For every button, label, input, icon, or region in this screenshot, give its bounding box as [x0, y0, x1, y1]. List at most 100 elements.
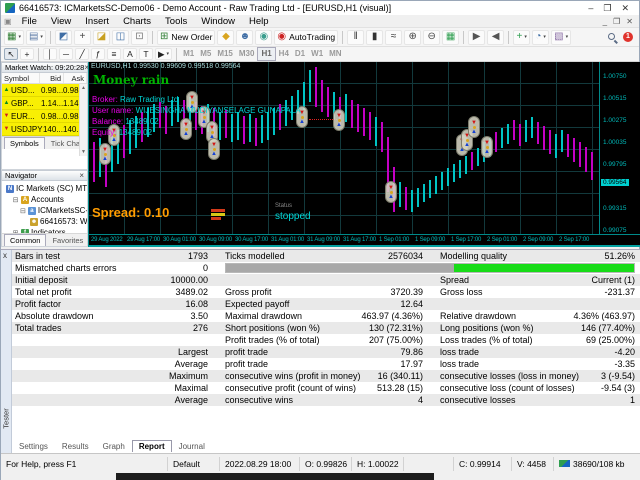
new-chart-button[interactable]: ▦▾ — [4, 30, 24, 45]
tester-close-icon[interactable]: x — [3, 251, 7, 260]
templates-button[interactable]: ▧▾ — [551, 30, 571, 45]
menu-charts[interactable]: Charts — [116, 15, 158, 28]
hline-tool[interactable]: ─ — [59, 48, 73, 60]
chart-scroll-strip[interactable] — [89, 245, 640, 247]
report-label-3: loss trade — [440, 358, 479, 370]
bar-chart-button[interactable]: ‖ — [347, 30, 364, 45]
timeframe-m30[interactable]: M30 — [236, 48, 258, 60]
menu-tools[interactable]: Tools — [158, 15, 194, 28]
search-icon[interactable] — [607, 32, 618, 43]
trade-marker[interactable]: ▼▲ — [385, 181, 397, 203]
tester-tab-report[interactable]: Report — [132, 440, 172, 452]
market-watch-button[interactable]: ◩ — [55, 30, 72, 45]
menu-file[interactable]: File — [15, 15, 44, 28]
navigator-item-server[interactable]: NIC Markets (SC) MT4 — [2, 183, 87, 194]
child-close-button[interactable]: ✕ — [626, 17, 633, 26]
trade-marker[interactable]: ▼▲ — [481, 136, 493, 158]
line-chart-button[interactable]: ≈ — [385, 30, 402, 45]
indicators-button[interactable]: +▾ — [513, 30, 530, 45]
navigator-item-account[interactable]: ⊟aICMarketsSC-Den — [2, 205, 87, 216]
timeframe-h4[interactable]: H4 — [276, 48, 292, 60]
tab-favorites[interactable]: Favorites — [46, 234, 89, 246]
market-watch-row[interactable]: ▲GBP...1.14...1.14... — [2, 97, 87, 110]
periods-button[interactable]: ◔▾ — [532, 30, 549, 45]
column-header-ask[interactable]: Ask — [64, 73, 87, 83]
chart-shift-button[interactable]: ◀ — [487, 30, 504, 45]
menu-view[interactable]: View — [44, 15, 78, 28]
notifications-badge[interactable]: 1 — [623, 32, 633, 42]
trade-marker[interactable]: ▼▲ — [468, 116, 480, 138]
community-button[interactable]: ◉ — [255, 30, 272, 45]
tester-tab-settings[interactable]: Settings — [12, 440, 55, 452]
timeframe-m15[interactable]: M15 — [214, 48, 236, 60]
menu-help[interactable]: Help — [242, 15, 276, 28]
column-header-symbol[interactable]: Symbol — [2, 73, 40, 83]
market-watch-scrollbar[interactable]: ▲▼ — [79, 84, 87, 156]
market-watch-row[interactable]: ▼USDJPY140...140... — [2, 123, 87, 136]
zoom-in-button[interactable]: ⊕ — [404, 30, 421, 45]
scroll-down-icon[interactable]: ▼ — [81, 149, 86, 155]
child-restore-button[interactable]: ❐ — [613, 17, 620, 26]
tester-tab-journal[interactable]: Journal — [172, 440, 212, 452]
timeframe-h1[interactable]: H1 — [257, 47, 275, 61]
strategy-tester-button[interactable]: ⊡ — [131, 30, 148, 45]
expert-advisors-button[interactable]: ☻ — [236, 30, 253, 45]
vline-tool[interactable]: │ — [43, 48, 57, 60]
tile-windows-button[interactable]: ▦ — [442, 30, 459, 45]
tab-common[interactable]: Common — [4, 234, 46, 246]
crosshair-tool[interactable]: + — [20, 48, 34, 60]
trade-marker[interactable]: ▼▲ — [99, 143, 111, 165]
trendline-tool[interactable]: ╱ — [75, 48, 89, 60]
navigator-item-user[interactable]: ☻66416573: WIJ — [2, 216, 87, 227]
auto-scroll-button[interactable]: ▶ — [468, 30, 485, 45]
line-chart-button-icon: ≈ — [391, 32, 397, 42]
market-watch-row[interactable]: ▲USD...0.98...0.98... — [2, 84, 87, 97]
channel-tool[interactable]: ≡ — [107, 48, 121, 60]
trade-marker[interactable]: ▼▲ — [208, 138, 220, 160]
navigator-item-label: IC Markets (SC) MT4 — [16, 184, 87, 193]
minimize-button[interactable]: – — [588, 1, 593, 15]
timeframe-mn[interactable]: MN — [326, 48, 344, 60]
market-watch-row[interactable]: ▼EUR...0.98...0.98... — [2, 110, 87, 123]
label-tool[interactable]: T — [139, 48, 153, 60]
timeframe-w1[interactable]: W1 — [308, 48, 326, 60]
buy-arrow-icon: ▲ — [102, 156, 108, 162]
navigator-item-accounts[interactable]: ⊟AAccounts — [2, 194, 87, 205]
terminal-button[interactable]: ◫ — [112, 30, 129, 45]
tester-tab-results[interactable]: Results — [55, 440, 96, 452]
trade-marker[interactable]: ▼▲ — [180, 118, 192, 140]
autotrading-button[interactable]: ◉AutoTrading — [274, 30, 338, 45]
sell-arrow-icon: ▼ — [211, 142, 217, 148]
fibonacci-tool[interactable]: ƒ — [91, 48, 105, 60]
data-window-button-icon: + — [80, 32, 86, 42]
expand-icon[interactable]: ⊟ — [20, 207, 26, 215]
metaeditor-button[interactable]: ◆ — [217, 30, 234, 45]
restore-button[interactable]: ❐ — [603, 1, 611, 15]
scroll-up-icon[interactable]: ▲ — [81, 85, 86, 91]
report-row: Maximumconsecutive wins (profit in money… — [12, 370, 640, 382]
column-header-bid[interactable]: Bid — [40, 73, 64, 83]
shapes-tool[interactable]: ▶▾ — [155, 48, 172, 60]
text-tool[interactable]: A — [123, 48, 137, 60]
chart-area[interactable]: ▼▲▼▲▼▲▼▲▼▲▼▲▼▲▼▲▼▲▼▲▼▲▼▲▼▲▼▲ EURUSD,H1 0… — [88, 62, 640, 247]
cursor-tool[interactable]: ↖ — [4, 48, 18, 60]
menu-insert[interactable]: Insert — [78, 15, 116, 28]
candlestick-button[interactable]: ▮ — [366, 30, 383, 45]
profiles-button[interactable]: ▤▾ — [26, 30, 46, 45]
mt4-window: 66416573: ICMarketsSC-Demo06 - Demo Acco… — [0, 0, 640, 480]
expand-icon[interactable]: ⊟ — [12, 196, 19, 204]
timeframe-m5[interactable]: M5 — [197, 48, 214, 60]
navigator-button[interactable]: ◪ — [93, 30, 110, 45]
close-button[interactable]: ✕ — [621, 1, 629, 15]
trade-marker[interactable]: ▼▲ — [333, 109, 345, 131]
zoom-out-button[interactable]: ⊖ — [423, 30, 440, 45]
child-minimize-button[interactable]: _ — [603, 17, 607, 26]
navigator-close-icon[interactable]: × — [79, 171, 84, 180]
timeframe-m1[interactable]: M1 — [180, 48, 197, 60]
data-window-button[interactable]: + — [74, 30, 91, 45]
timeframe-d1[interactable]: D1 — [292, 48, 308, 60]
menu-window[interactable]: Window — [194, 15, 242, 28]
new-order-button[interactable]: ⊞New Order — [157, 30, 215, 45]
tester-tab-graph[interactable]: Graph — [96, 440, 132, 452]
tab-symbols[interactable]: Symbols — [4, 137, 45, 149]
